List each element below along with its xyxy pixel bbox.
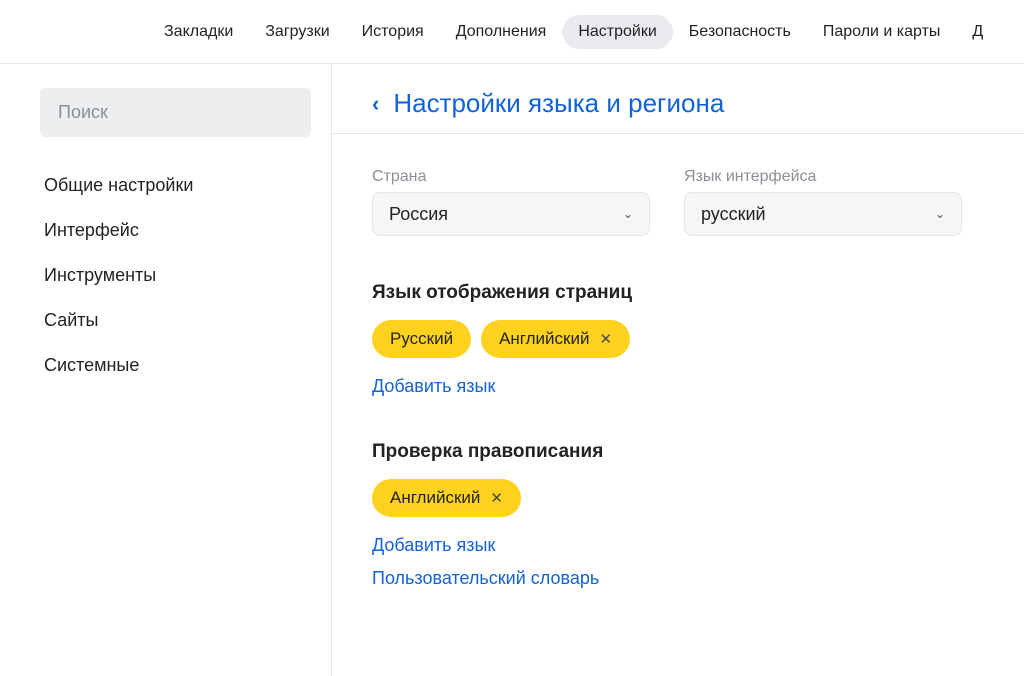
search-input[interactable]: Поиск [40, 88, 311, 137]
tab-passwords[interactable]: Пароли и карты [807, 15, 957, 49]
back-icon[interactable]: ‹ [372, 93, 379, 115]
top-tabbar: Закладки Загрузки История Дополнения Нас… [0, 0, 1024, 64]
tab-overflow[interactable]: Д [956, 15, 999, 49]
country-label: Страна [372, 168, 650, 186]
display-lang-title: Язык отображения страниц [372, 282, 1024, 304]
ui-lang-select[interactable]: русский ⌄ [684, 192, 962, 236]
divider [332, 133, 1024, 134]
chevron-down-icon: ⌄ [623, 207, 633, 221]
lang-pill-english[interactable]: Английский ✕ [481, 320, 630, 358]
sidebar: Поиск Общие настройки Интерфейс Инструме… [0, 64, 332, 676]
sidebar-item-sites[interactable]: Сайты [40, 300, 311, 341]
user-dictionary-link[interactable]: Пользовательский словарь [372, 568, 1024, 589]
sidebar-item-system[interactable]: Системные [40, 345, 311, 386]
page-title: Настройки языка и региона [393, 88, 724, 119]
close-icon[interactable]: ✕ [599, 330, 612, 348]
spellcheck-title: Проверка правописания [372, 441, 1024, 463]
add-display-lang-link[interactable]: Добавить язык [372, 376, 1024, 397]
lang-pill-label: Английский [390, 488, 480, 508]
display-lang-section: Язык отображения страниц Русский Английс… [372, 282, 1024, 397]
ui-lang-value: русский [701, 204, 766, 225]
content-pane: ‹ Настройки языка и региона Страна Росси… [332, 64, 1024, 676]
country-select[interactable]: Россия ⌄ [372, 192, 650, 236]
tab-settings[interactable]: Настройки [562, 15, 672, 49]
chevron-down-icon: ⌄ [935, 207, 945, 221]
sidebar-item-interface[interactable]: Интерфейс [40, 210, 311, 251]
lang-pill-label: Английский [499, 329, 589, 349]
sidebar-item-tools[interactable]: Инструменты [40, 255, 311, 296]
add-spell-lang-link[interactable]: Добавить язык [372, 535, 1024, 556]
sidebar-item-general[interactable]: Общие настройки [40, 165, 311, 206]
tab-security[interactable]: Безопасность [673, 15, 807, 49]
tab-downloads[interactable]: Загрузки [249, 15, 345, 49]
spellcheck-section: Проверка правописания Английский ✕ Добав… [372, 441, 1024, 589]
lang-pill-russian[interactable]: Русский [372, 320, 471, 358]
ui-lang-label: Язык интерфейса [684, 168, 962, 186]
spell-pill-english[interactable]: Английский ✕ [372, 479, 521, 517]
country-value: Россия [389, 204, 448, 225]
tab-addons[interactable]: Дополнения [440, 15, 563, 49]
close-icon[interactable]: ✕ [490, 489, 503, 507]
breadcrumb: ‹ Настройки языка и региона [372, 88, 1024, 119]
tab-history[interactable]: История [346, 15, 440, 49]
tab-bookmarks[interactable]: Закладки [148, 15, 249, 49]
lang-pill-label: Русский [390, 329, 453, 349]
